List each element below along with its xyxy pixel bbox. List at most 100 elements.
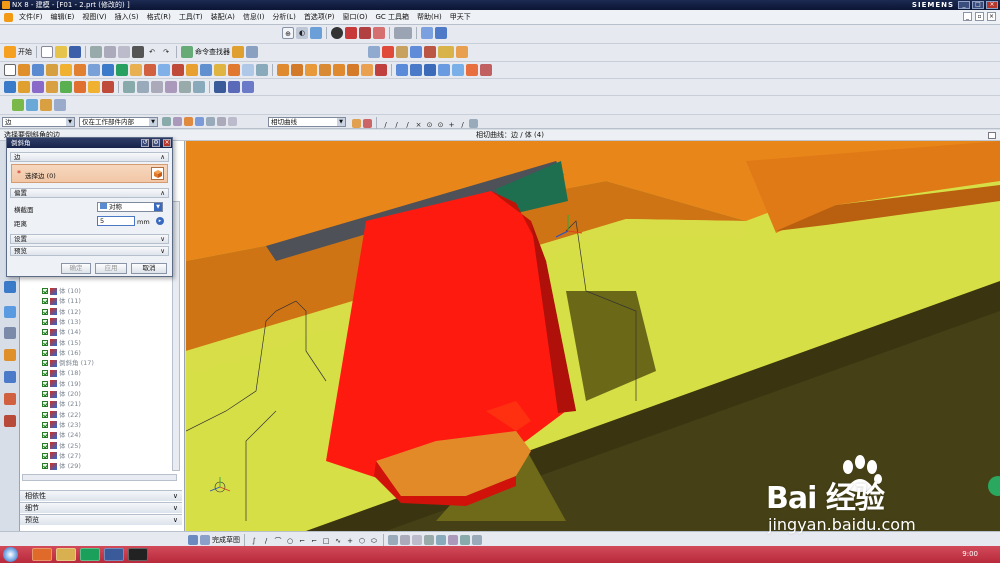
curve-rule-select[interactable]: 相切曲线 ▼ [268,117,346,127]
history-icon[interactable] [4,306,16,318]
reuse-library-icon[interactable] [4,349,16,361]
taskbar-media-icon[interactable] [80,548,100,561]
arc-icon[interactable]: ⌒ [273,535,283,545]
studio-surface-icon[interactable] [60,81,72,93]
list-item[interactable]: 体 (27) [42,451,81,461]
revolve-icon[interactable] [32,64,44,76]
list-item[interactable]: 体 (11) [42,296,81,306]
trim-body-icon[interactable] [186,64,198,76]
curve-project-icon[interactable] [179,81,191,93]
curve-intersect-icon[interactable] [193,81,205,93]
project-curve-icon[interactable] [460,535,470,545]
curve-arc-icon[interactable] [137,81,149,93]
chamfer-icon[interactable] [228,64,240,76]
render-style-icon[interactable] [310,27,322,39]
apply-button[interactable]: 应用 [95,263,127,274]
select-edge-row[interactable]: * 选择边 (0) [11,164,168,183]
list-item[interactable]: 体 (18) [42,368,81,378]
edge-blend-icon[interactable] [214,64,226,76]
sketch-icon[interactable] [368,46,380,58]
ruler-icon[interactable] [456,46,468,58]
lasso-icon[interactable] [228,117,237,126]
section-view-icon[interactable] [435,27,447,39]
list-item[interactable]: 体 (29) [42,461,81,471]
csys-icon[interactable] [396,46,408,58]
reset-icon[interactable]: ↺ [141,139,149,147]
orient-view-icon[interactable]: ◐ [296,27,308,39]
finish-sketch-button[interactable]: 完成草图 [212,535,240,545]
mirror-curve-icon[interactable] [412,535,422,545]
list-item[interactable]: 倒斜角 (17) [42,358,94,368]
emboss-icon[interactable] [375,64,387,76]
layer-settings-icon[interactable] [214,81,226,93]
split-body-icon[interactable] [200,64,212,76]
extrude-icon[interactable] [18,64,30,76]
through-curves-icon[interactable] [4,81,16,93]
window-icon[interactable] [232,46,244,58]
draft-icon[interactable] [256,64,268,76]
ok-button[interactable]: 确定 [61,263,91,274]
taskbar-app-icon[interactable] [128,548,148,561]
swept-icon[interactable] [32,81,44,93]
snap-view-icon[interactable] [421,27,433,39]
ellipse-icon[interactable]: ⬭ [369,535,379,545]
options-icon[interactable] [246,46,258,58]
list-item[interactable]: 体 (12) [42,307,81,317]
trimmed-sheet-icon[interactable] [102,81,114,93]
checkbox-icon[interactable] [42,401,48,408]
patch-icon[interactable] [361,64,373,76]
circle-icon[interactable]: ○ [285,535,295,545]
distance-input[interactable]: 5 [97,216,135,226]
component-filter-icon[interactable] [195,117,204,126]
finish-sketch-icon[interactable] [200,535,210,545]
snap-intersection-icon[interactable]: × [414,119,423,129]
list-item[interactable]: 体 (22) [42,410,81,420]
pad-icon[interactable] [74,64,86,76]
list-item[interactable]: 体 (24) [42,430,81,440]
menu-file[interactable]: 文件(F) [15,12,47,22]
scope-select[interactable]: 仅在工作部件内部 ▼ [79,117,158,127]
pocket-icon[interactable] [88,64,100,76]
taskbar-nx-icon[interactable] [104,548,124,561]
checkbox-icon[interactable] [42,380,48,387]
menu-gc-toolkit[interactable]: GC 工具箱 [371,12,413,22]
doc-close-icon[interactable]: × [987,12,996,21]
checkbox-icon[interactable] [42,318,48,325]
checkbox-icon[interactable] [42,432,48,439]
checkbox-icon[interactable] [42,391,48,397]
menu-assembly[interactable]: 装配(A) [207,12,239,22]
command-finder-icon[interactable] [181,46,193,58]
pattern-icon[interactable] [277,64,289,76]
checkbox-icon[interactable] [42,349,48,356]
cancel-button[interactable]: 取消 [131,263,167,274]
point-icon[interactable] [410,46,422,58]
list-item[interactable]: 体 (14) [42,327,81,337]
status-toggle-icon[interactable] [988,132,996,139]
menu-format[interactable]: 格式(R) [143,12,175,22]
start-orb-icon[interactable] [3,547,18,562]
close-icon[interactable]: × [986,1,998,9]
box-icon[interactable] [4,64,16,76]
checkbox-icon[interactable] [42,370,48,377]
measure-icon[interactable] [424,46,436,58]
snap-quadrant-icon[interactable]: ⊙ [436,119,445,129]
navigator-section-details[interactable]: 细节 ∨ [20,502,182,513]
maximize-icon[interactable]: □ [972,1,984,9]
system-materials-icon[interactable] [4,415,16,427]
sketch-task-icon[interactable] [188,535,198,545]
doc-minimize-icon[interactable]: _ [963,12,972,21]
sketch-point-icon[interactable]: + [345,535,355,545]
snap-endpoint-icon[interactable]: / [381,119,390,129]
sync-constrain-icon[interactable] [480,64,492,76]
checkbox-icon[interactable] [42,329,48,336]
shell-icon[interactable] [242,64,254,76]
vertical-scrollbar[interactable] [172,201,180,471]
profile-icon[interactable]: ∫ [249,535,259,545]
taskbar-browser-icon[interactable] [32,548,52,561]
undo-icon[interactable]: ↶ [146,46,158,58]
sync-resize-icon[interactable] [466,64,478,76]
body-filter-icon[interactable] [184,117,193,126]
rib-icon[interactable] [130,64,142,76]
roles-icon[interactable] [4,393,16,405]
command-finder-button[interactable]: 命令查找器 [195,47,230,57]
